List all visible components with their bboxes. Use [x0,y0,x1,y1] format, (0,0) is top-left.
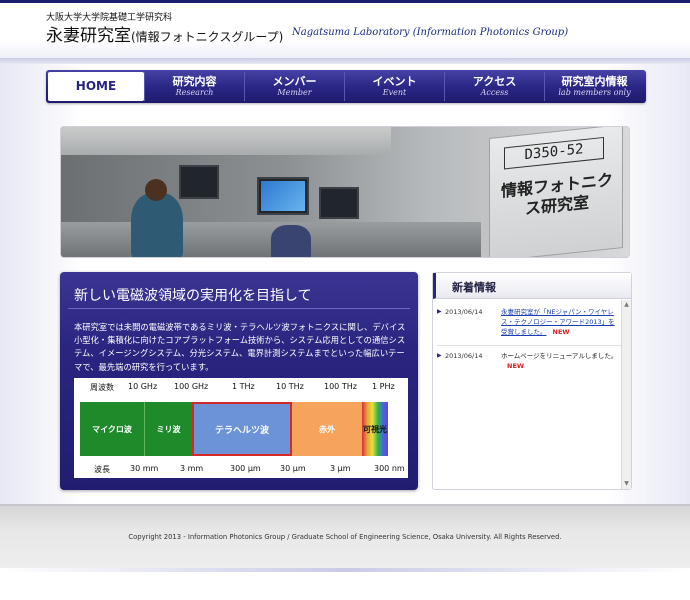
new-badge: NEW [507,362,525,370]
bullet-icon: ▶ [437,308,442,315]
nav-sublabel: Research [175,88,214,97]
intro-title: 新しい電磁波領域の実用化を目指して [74,288,312,304]
photo-ceiling [61,127,391,155]
news-text: ホームページをリニューアルしました。 [501,352,618,360]
nav-label: 研究内容 [172,75,217,88]
news-body: ホームページをリニューアルしました。 NEW [501,351,621,371]
room-number: D350-52 [504,136,604,170]
footer-accent-line [0,568,690,572]
new-badge: NEW [552,328,570,336]
nav-label: アクセス [472,75,517,88]
nav-item-research[interactable]: 研究内容 Research [144,72,244,101]
band-microwave: マイクロ波 [80,402,144,456]
wave-axis-label: 波長 [94,465,110,474]
news-scrollbar[interactable]: ▲ ▼ [621,300,631,489]
intro-panel: 新しい電磁波領域の実用化を目指して 本研究室では未開の電磁波帯であるミリ波・テラ… [60,272,418,490]
site-title[interactable]: 永妻研究室(情報フォトニクスグループ) [46,21,283,46]
wave-tick: 300 μm [230,464,261,473]
scroll-up-icon[interactable]: ▲ [622,300,631,310]
nav-label: メンバー [272,75,317,88]
news-date: 2013/06/14 [445,352,483,360]
nav-item-home[interactable]: HOME [48,72,144,101]
nav-label: イベント [372,75,417,88]
freq-axis-label: 周波数 [90,383,114,392]
photo-person [131,193,183,257]
nav-item-access[interactable]: アクセス Access [444,72,544,101]
room-sign-text: 情報フォトニクス研究室 [500,170,613,219]
copyright: Copyright 2013 - Information Photonics G… [128,533,562,541]
intro-divider [68,308,410,309]
nav-sublabel: Member [277,88,312,97]
site-title-main: 永妻研究室 [46,26,131,46]
freq-tick: 10 GHz [128,382,158,391]
band-visible: 可視光 [362,402,388,456]
news-header: 新着情報 [433,273,631,299]
band-millimeter: ミリ波 [144,402,192,456]
nav-sublabel: Event [382,88,407,97]
wave-tick: 3 mm [180,464,204,473]
nav-sublabel: Access [480,88,509,97]
news-title: 新着情報 [452,281,496,294]
bullet-icon: ▶ [437,352,442,359]
freq-tick: 100 THz [324,382,357,391]
wave-tick: 30 μm [280,464,306,473]
main-nav: HOME 研究内容 Research メンバー Member イベント Even… [46,70,646,103]
site-title-paren: (情報フォトニクスグループ) [131,30,284,44]
nav-item-member[interactable]: メンバー Member [244,72,344,101]
photo-monitor [257,177,309,215]
nav-label: HOME [75,79,117,93]
band-terahertz: テラヘルツ波 [192,402,292,456]
photo-person [145,179,167,201]
freq-tick: 10 THz [276,382,304,391]
wave-tick: 3 μm [330,464,351,473]
wave-tick: 300 nm [374,464,405,473]
freq-tick: 1 THz [232,382,255,391]
frequency-spectrum-figure: 周波数 10 GHz 100 GHz 1 THz 10 THz 100 THz … [74,378,408,478]
nav-sublabel: lab members only [558,88,631,97]
site-footer: Copyright 2013 - Information Photonics G… [0,504,690,570]
news-divider [437,345,621,346]
nav-label: 研究室内情報 [561,75,628,88]
photo-person [271,225,311,257]
freq-tick: 100 GHz [174,382,209,391]
site-title-english: Nagatsuma Laboratory (Information Photon… [292,27,569,38]
wave-tick: 30 mm [130,464,159,473]
photo-monitor [319,187,359,219]
freq-tick: 1 PHz [372,382,395,391]
photo-monitor [179,165,219,199]
scroll-down-icon[interactable]: ▼ [622,479,631,489]
news-panel: 新着情報 ▶ 2013/06/14 永妻研究室が「NEジャパン・ワイヤレス・テク… [432,272,632,490]
site-header: 大阪大学大学院基礎工学研究科 永妻研究室(情報フォトニクスグループ) Nagat… [0,0,690,58]
room-sign: D350-52 情報フォトニクス研究室 [489,127,623,257]
hero-photo: D350-52 情報フォトニクス研究室 [60,126,630,258]
news-date: 2013/06/14 [445,308,483,316]
nav-item-event[interactable]: イベント Event [344,72,444,101]
nav-item-lab-info[interactable]: 研究室内情報 lab members only [544,72,644,101]
intro-text: 本研究室では未開の電磁波帯であるミリ波・テラヘルツ波フォトニクスに関し、デバイス… [74,322,406,372]
news-body: 永妻研究室が「NEジャパン・ワイヤレス・テクノロジー・アワード2013」を受賞し… [501,307,621,337]
band-infrared: 赤外 [292,402,362,456]
